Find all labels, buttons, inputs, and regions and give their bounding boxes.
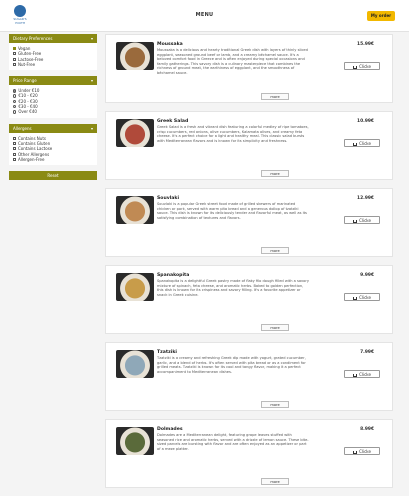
logo-text: SUGAR'S YOUTH — [13, 17, 27, 25]
dietary-header[interactable]: Dietary Preferences ▾ — [9, 34, 97, 43]
dish-name: Dolmades — [157, 427, 183, 432]
dietary-section: Dietary Preferences ▾ Vegan Gluten-Free Lac… — [9, 34, 97, 71]
filter-sidebar: Dietary Preferences ▾ Vegan Gluten-Free Lac… — [9, 34, 97, 181]
price-section: Price Range ▾ Under €10 €10 - €20 €20 - €30… — [9, 76, 97, 118]
radio-button[interactable] — [13, 94, 17, 98]
menu-item-card: Souvlaki Souvlaki is a popular Greek stre… — [105, 188, 393, 257]
dish-description: Dolmades are a Mediterranean delight, fe… — [157, 433, 309, 451]
checkbox[interactable] — [13, 136, 16, 140]
dish-name: Greek Salad — [157, 119, 189, 124]
dish-description: Tzatziki is a creamy and refreshing Gree… — [157, 356, 306, 374]
checkbox[interactable] — [13, 158, 16, 161]
cart-icon — [353, 373, 358, 377]
cart-icon — [353, 219, 358, 223]
price-header[interactable]: Price Range ▾ — [9, 76, 97, 86]
add-to-order-label: Clicke — [359, 449, 371, 454]
chevron-down-icon: ▾ — [90, 36, 93, 41]
radio-button[interactable] — [13, 89, 17, 93]
dish-name: Spanakopita — [157, 273, 190, 278]
filter-option-label: Over €40 — [18, 109, 37, 115]
menu-item-card: Moussaka Moussaka is a delicious and hear… — [105, 34, 393, 103]
add-to-order-label: Clicke — [359, 218, 371, 223]
dish-price: 8.99€ — [360, 427, 374, 432]
dish-image — [116, 427, 154, 455]
radio-button[interactable] — [13, 105, 17, 109]
add-to-order-button[interactable]: Clicke — [344, 370, 380, 378]
add-to-order-button[interactable]: Clicke — [344, 293, 380, 301]
filter-option[interactable]: Allergen-Free — [9, 157, 97, 162]
allergens-header[interactable]: Allergens ▾ — [9, 123, 97, 133]
reset-button[interactable]: Reset — [9, 171, 97, 181]
checkbox[interactable] — [13, 142, 16, 146]
dish-image — [116, 119, 154, 147]
menu-item-card: Greek Salad Greek Salad is a fresh and vi… — [105, 111, 393, 180]
more-button[interactable]: more — [261, 170, 289, 177]
add-to-order-button[interactable]: Clicke — [344, 216, 380, 224]
dish-name: Moussaka — [157, 42, 183, 47]
cart-icon — [353, 450, 358, 454]
cart-icon — [353, 65, 358, 69]
more-button[interactable]: more — [261, 478, 289, 485]
add-to-order-label: Clicke — [359, 295, 371, 300]
dish-image — [116, 350, 154, 378]
dish-price: 12.99€ — [357, 196, 374, 201]
checkbox[interactable] — [13, 47, 16, 51]
dish-image — [116, 196, 154, 224]
chevron-down-icon: ▾ — [90, 78, 93, 84]
more-button[interactable]: more — [261, 93, 289, 100]
more-button[interactable]: more — [261, 401, 289, 408]
checkbox[interactable] — [13, 57, 16, 61]
dish-name: Souvlaki — [157, 196, 180, 201]
add-to-order-label: Clicke — [359, 372, 371, 377]
add-to-order-button[interactable]: Clicke — [344, 447, 380, 455]
more-button[interactable]: more — [261, 324, 289, 331]
filter-option-label: Nut-Free — [18, 61, 36, 67]
page-title: MENU — [195, 12, 214, 18]
dietary-title: Dietary Preferences — [13, 36, 53, 41]
dish-description: Moussaka is a delicious and hearty tradi… — [157, 48, 308, 75]
dish-description: Souvlaki is a popular Greek street food … — [157, 202, 307, 220]
my-order-button[interactable]: My order — [367, 11, 395, 21]
menu-item-card: Dolmades Dolmades are a Mediterranean del… — [105, 419, 393, 488]
dish-description: Spanakopita is a delightful Greek pastry… — [157, 279, 309, 297]
dish-image — [116, 273, 154, 301]
radio-button[interactable] — [13, 110, 17, 114]
radio-button[interactable] — [13, 99, 17, 104]
dish-price: 15.99€ — [357, 42, 374, 47]
filter-option-label: Allergen-Free — [18, 156, 45, 162]
checkbox[interactable] — [13, 63, 16, 67]
cart-icon — [353, 142, 358, 146]
top-bar: SUGAR'S YOUTH MENU My order — [0, 0, 409, 32]
dish-name: Tzatziki — [157, 350, 177, 355]
checkbox[interactable] — [13, 152, 16, 156]
checkbox[interactable] — [13, 147, 16, 151]
dish-price: 10.99€ — [357, 119, 374, 124]
add-to-order-button[interactable]: Clicke — [344, 139, 380, 147]
chevron-down-icon: ▾ — [90, 125, 93, 131]
dish-description: Greek Salad is a fresh and vibrant dish … — [157, 125, 309, 143]
allergen-options: Contains Nuts Contains Gluten Contains Lac… — [9, 133, 97, 165]
add-to-order-button[interactable]: Clicke — [344, 62, 380, 70]
dish-price: 7.99€ — [360, 350, 374, 355]
allergens-title: Allergens — [13, 125, 32, 131]
dietary-options: Vegan Gluten-Free Lactose-Free Nut-Free — [9, 43, 97, 70]
add-to-order-label: Clicke — [359, 141, 371, 146]
filter-option[interactable]: Nut-Free — [9, 62, 97, 67]
more-button[interactable]: more — [261, 247, 289, 254]
checkbox[interactable] — [13, 52, 16, 56]
allergens-section: Allergens ▾ Contains Nuts Contains Gluten C… — [9, 123, 97, 166]
price-title: Price Range — [13, 78, 37, 84]
price-options: Under €10 €10 - €20 €20 - €30 €30 - €40 Over… — [9, 85, 97, 117]
menu-item-card: Tzatziki Tzatziki is a creamy and refresh… — [105, 342, 393, 411]
filter-option[interactable]: Over €40 — [9, 109, 97, 114]
add-to-order-label: Clicke — [359, 64, 371, 69]
cart-icon — [353, 296, 358, 300]
dish-price: 9.99€ — [360, 273, 374, 278]
menu-item-card: Spanakopita Spanakopita is a delightful G… — [105, 265, 393, 334]
dish-image — [116, 42, 154, 70]
